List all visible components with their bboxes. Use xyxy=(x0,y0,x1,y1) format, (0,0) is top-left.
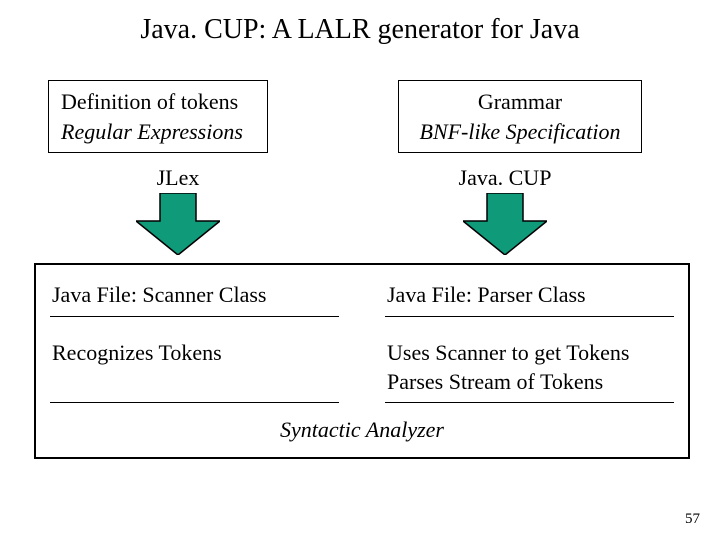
page-number: 57 xyxy=(685,511,700,528)
tokens-line1: Definition of tokens xyxy=(61,87,255,117)
tokens-line2: Regular Expressions xyxy=(61,117,255,147)
output-box: Java File: Scanner Class Java File: Pars… xyxy=(34,263,690,459)
javacup-arrow-block: Java. CUP xyxy=(430,165,580,255)
down-arrow-icon xyxy=(136,193,220,255)
tokens-box: Definition of tokens Regular Expressions xyxy=(48,80,268,153)
page-title: Java. CUP: A LALR generator for Java xyxy=(0,0,720,46)
syntactic-analyzer-label: Syntactic Analyzer xyxy=(50,417,674,443)
parser-desc-cell: Uses Scanner to get Tokens Parses Stream… xyxy=(385,333,674,403)
jlex-label: JLex xyxy=(118,165,238,191)
recognizes-tokens-cell: Recognizes Tokens xyxy=(50,333,339,403)
grammar-box: Grammar BNF-like Specification xyxy=(398,80,642,153)
javacup-label: Java. CUP xyxy=(430,165,580,191)
jlex-arrow-block: JLex xyxy=(118,165,238,255)
arrows-row: JLex Java. CUP xyxy=(0,153,720,263)
scanner-class-cell: Java File: Scanner Class xyxy=(50,275,339,317)
down-arrow-icon xyxy=(463,193,547,255)
grammar-line1: Grammar xyxy=(411,87,629,117)
grammar-line2: BNF-like Specification xyxy=(411,117,629,147)
top-row: Definition of tokens Regular Expressions… xyxy=(0,46,720,153)
parser-class-cell: Java File: Parser Class xyxy=(385,275,674,317)
output-grid: Java File: Scanner Class Java File: Pars… xyxy=(50,275,674,403)
